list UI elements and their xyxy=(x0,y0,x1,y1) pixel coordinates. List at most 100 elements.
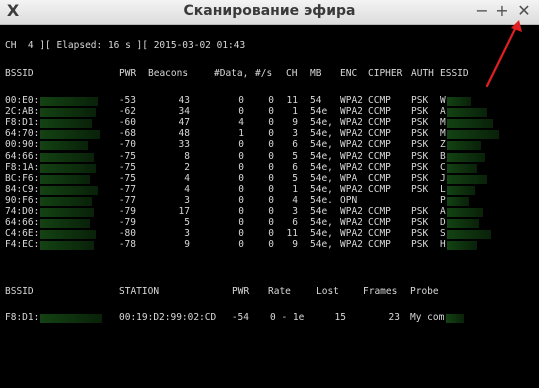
beacons-cell: 8 xyxy=(184,150,190,162)
terminal-output[interactable]: CH 4 ][ Elapsed: 16 s ][ 2015-03-02 01:4… xyxy=(0,25,539,388)
beacons-cell: 17 xyxy=(178,206,190,217)
auth-cell: PSK xyxy=(411,183,429,195)
enc-cell: WPA2 xyxy=(340,128,363,140)
station-table-header: BSSID STATION PWR Rate Lost Frames Probe xyxy=(0,286,539,298)
header-frames: Frames xyxy=(363,286,398,297)
data-cell: 0 xyxy=(238,228,244,240)
beacons-cell: 48 xyxy=(178,128,190,140)
auth-cell: PSK xyxy=(411,206,429,217)
title-bar[interactable]: X Сканирование эфира − + ✕ xyxy=(0,0,539,25)
mb-cell: 54 xyxy=(310,95,322,106)
header-auth: AUTH xyxy=(411,68,434,79)
data-cell: 0 xyxy=(238,161,244,173)
enc-cell: WPA2 xyxy=(340,95,363,106)
redaction-mask xyxy=(40,152,94,162)
redaction-mask xyxy=(40,208,94,217)
cipher-cell: CCMP xyxy=(368,117,391,129)
header-essid: ESSID xyxy=(440,68,469,79)
cipher-cell: CCMP xyxy=(368,150,391,162)
cipher-cell: CCMP xyxy=(368,217,391,229)
redaction-mask xyxy=(447,130,499,140)
auth-cell: PSK xyxy=(411,106,429,118)
essid-cell: C xyxy=(440,161,446,173)
pwr-cell: -77 xyxy=(118,194,136,206)
essid-cell: D xyxy=(440,217,446,229)
redaction-mask xyxy=(40,119,92,129)
data-cell: 0 xyxy=(238,172,244,184)
bssid-cell: 84:C9: xyxy=(5,183,40,195)
pwr-cell: -70 xyxy=(118,139,136,151)
data-cell: 0 xyxy=(238,194,244,206)
ap-row: F8:1A: -75 2 0 0 6 54e, WPA2 CCMP PSK C xyxy=(0,161,539,174)
pwr-cell: -77 xyxy=(118,183,136,195)
pwr-cell: -60 xyxy=(118,117,136,129)
maximize-button[interactable]: + xyxy=(493,1,511,21)
ch-cell: 1 xyxy=(292,183,298,195)
bssid-cell: F8:D1: xyxy=(5,312,40,323)
mb-cell: 54e, xyxy=(310,217,333,229)
ch-cell: 6 xyxy=(292,139,298,151)
redaction-mask xyxy=(40,196,92,206)
header-enc: ENC xyxy=(340,68,358,79)
auth-cell: PSK xyxy=(411,172,429,184)
mb-cell: 54e, xyxy=(310,228,333,240)
redaction-mask xyxy=(447,119,493,129)
ps-cell: 0 xyxy=(268,161,274,173)
auth-cell: PSK xyxy=(411,139,429,151)
auth-cell: PSK xyxy=(411,217,429,229)
enc-cell: WPA2 xyxy=(340,183,363,195)
cipher-cell: CCMP xyxy=(368,128,391,140)
data-cell: 0 xyxy=(238,150,244,162)
data-cell: 0 xyxy=(238,183,244,195)
cipher-cell: CCMP xyxy=(368,172,391,184)
station-row: F8:D1: 00:19:D2:99:02:CD -54 0 - 1e 15 2… xyxy=(0,312,539,324)
data-cell: 0 xyxy=(238,139,244,151)
bssid-cell: 74:D0: xyxy=(5,206,40,217)
bssid-cell: 64:70: xyxy=(5,128,40,140)
ps-cell: 0 xyxy=(268,139,274,151)
pwr-cell: -75 xyxy=(118,161,136,173)
ch-cell: 11 xyxy=(286,95,298,106)
header-lost: Lost xyxy=(316,286,339,297)
pwr-cell: -53 xyxy=(118,95,136,106)
pwr-cell: -75 xyxy=(118,150,136,162)
essid-cell: B xyxy=(440,150,446,162)
ps-cell: 0 xyxy=(268,194,274,206)
status-line: CH 4 ][ Elapsed: 16 s ][ 2015-03-02 01:4… xyxy=(5,40,246,51)
mb-cell: 54e, xyxy=(310,161,333,173)
essid-cell: S xyxy=(440,228,446,240)
redaction-mask xyxy=(447,163,477,173)
beacons-cell: 4 xyxy=(184,183,190,195)
enc-cell: WPA2 xyxy=(340,139,363,151)
redaction-mask xyxy=(446,314,464,323)
beacons-cell: 2 xyxy=(184,161,190,173)
beacons-cell: 3 xyxy=(184,194,190,206)
ch-cell: 6 xyxy=(292,217,298,229)
header-per-sec: #/s xyxy=(255,68,273,79)
beacons-cell: 5 xyxy=(184,217,190,229)
bssid-cell: F4:EC: xyxy=(5,239,40,251)
enc-cell: WPA2 xyxy=(340,217,363,229)
pwr-cell: -75 xyxy=(118,172,136,184)
ch-cell: 4 xyxy=(292,194,298,206)
close-button[interactable]: ✕ xyxy=(515,1,533,21)
ch-cell: 9 xyxy=(292,239,298,251)
terminal-window: X Сканирование эфира − + ✕ CH 4 ][ Elaps… xyxy=(0,0,539,388)
mb-cell: 54e xyxy=(310,206,328,217)
ch-cell: 6 xyxy=(292,161,298,173)
cipher-cell: CCMP xyxy=(368,95,391,106)
header-bssid: BSSID xyxy=(5,286,34,297)
bssid-cell: 2C:AB: xyxy=(5,106,40,118)
ps-cell: 0 xyxy=(268,106,274,118)
minimize-button[interactable]: − xyxy=(473,1,491,21)
data-cell: 4 xyxy=(238,117,244,129)
redaction-mask xyxy=(40,314,102,323)
cipher-cell: CCMP xyxy=(368,161,391,173)
ap-row: 00:90: -70 33 0 0 6 54e, WPA2 CCMP PSK Z xyxy=(0,140,539,151)
data-cell: 0 xyxy=(238,95,244,106)
data-cell: 0 xyxy=(238,239,244,251)
ap-row: F4:EC: -78 9 0 0 9 54e, WPA2 CCMP PSK H xyxy=(0,239,539,251)
enc-cell: OPN xyxy=(340,194,358,206)
ps-cell: 0 xyxy=(268,150,274,162)
frames-cell: 23 xyxy=(388,312,400,323)
